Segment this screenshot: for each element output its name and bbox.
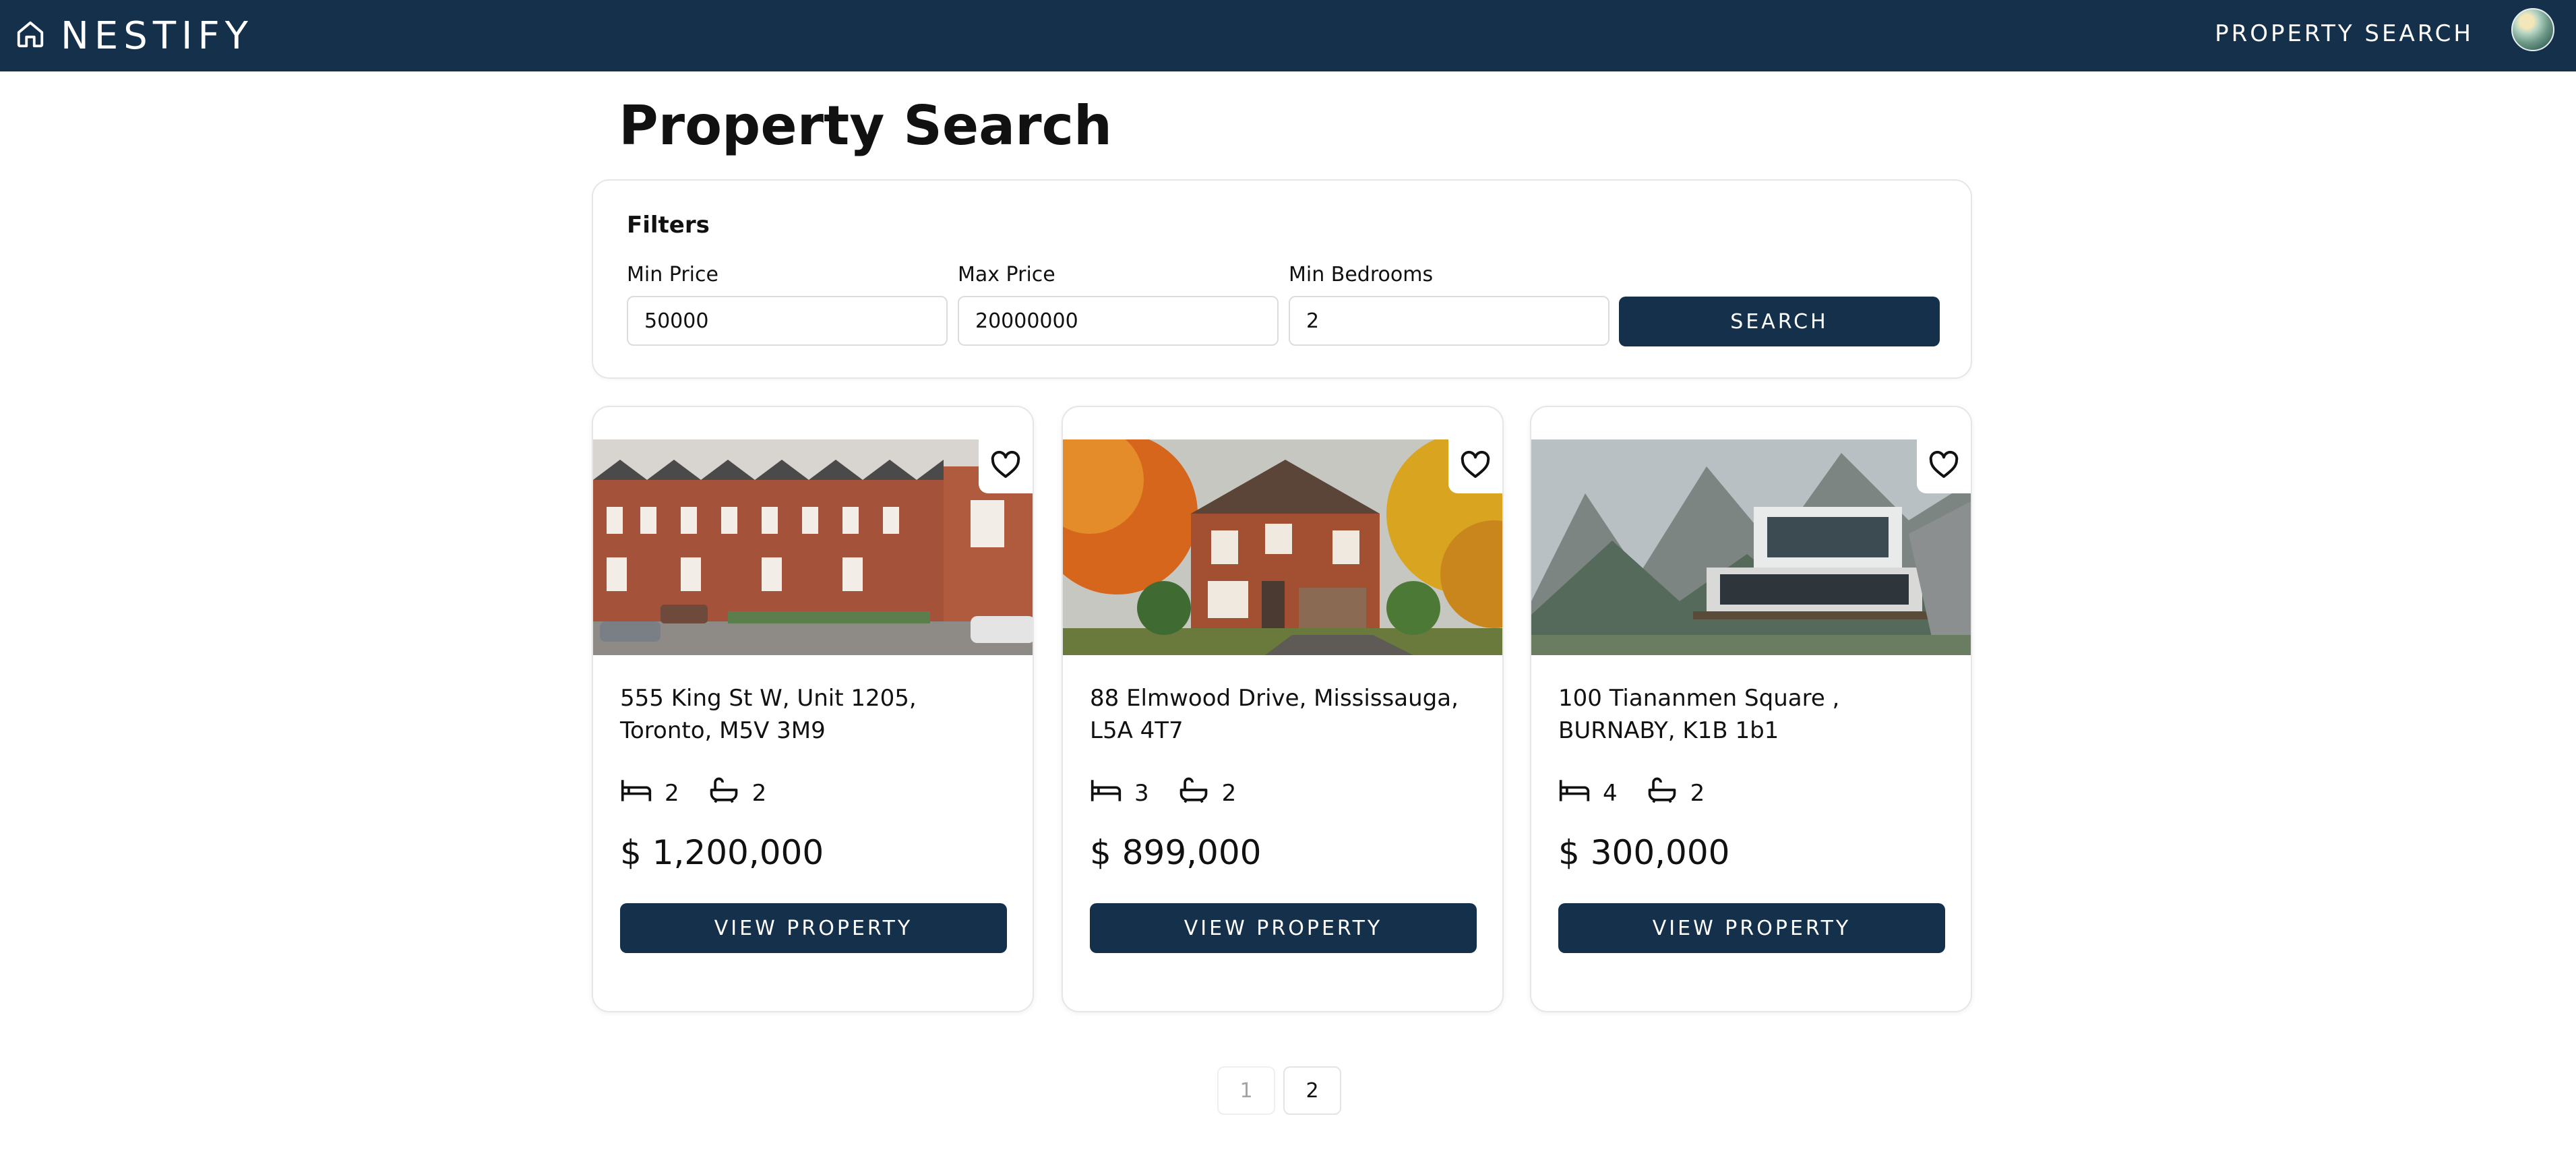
property-card: 100 Tiananmen Square , BURNABY, K1B 1b1 …	[1530, 406, 1972, 1012]
min-price-label: Min Price	[627, 263, 718, 286]
property-image[interactable]	[1063, 439, 1502, 655]
bedrooms-count: 4	[1603, 779, 1618, 807]
bathrooms-spec: 2	[1177, 775, 1237, 811]
brand-logo[interactable]: NESTIFY	[15, 12, 253, 59]
property-card: 88 Elmwood Drive, Mississauga, L5A 4T7 3…	[1062, 406, 1504, 1012]
min-price-input[interactable]	[627, 296, 948, 346]
bathrooms-count: 2	[752, 779, 767, 807]
min-bedrooms-input[interactable]	[1289, 296, 1609, 346]
property-card: 555 King St W, Unit 1205, Toronto, M5V 3…	[592, 406, 1034, 1012]
view-property-button[interactable]: VIEW PROPERTY	[1090, 903, 1477, 953]
bath-icon	[1177, 775, 1222, 811]
property-specs: 3 2	[1090, 775, 1264, 811]
favorite-button[interactable]	[1448, 439, 1502, 493]
bathrooms-count: 2	[1221, 779, 1237, 807]
bathrooms-spec: 2	[708, 775, 767, 811]
page-button-1[interactable]: 1	[1217, 1066, 1275, 1115]
search-button[interactable]: SEARCH	[1619, 297, 1940, 346]
property-price: $ 300,000	[1558, 833, 1730, 872]
bath-icon	[708, 775, 752, 811]
bath-icon	[1646, 775, 1690, 811]
home-icon	[15, 19, 46, 53]
bed-icon	[1090, 775, 1134, 811]
favorite-button[interactable]	[979, 439, 1033, 493]
property-specs: 2 2	[620, 775, 795, 811]
bedrooms-spec: 2	[620, 775, 679, 811]
bedrooms-count: 2	[665, 779, 679, 807]
page-title: Property Search	[619, 94, 1112, 157]
max-price-group: Max Price	[958, 263, 1279, 346]
bathrooms-spec: 2	[1646, 775, 1705, 811]
view-property-button[interactable]: VIEW PROPERTY	[1558, 903, 1945, 953]
page-button-2[interactable]: 2	[1283, 1066, 1341, 1115]
bed-icon	[620, 775, 665, 811]
bedrooms-spec: 4	[1558, 775, 1618, 811]
top-navbar: NESTIFY PROPERTY SEARCH	[0, 0, 2576, 71]
property-image[interactable]	[593, 439, 1033, 655]
brand-name: NESTIFY	[61, 13, 253, 58]
heart-icon	[1928, 449, 1960, 484]
property-image[interactable]	[1531, 439, 1971, 655]
max-price-label: Max Price	[958, 263, 1055, 286]
property-price: $ 1,200,000	[620, 833, 824, 872]
filters-panel: Filters Min Price Max Price Min Bedrooms…	[592, 179, 1972, 379]
user-avatar[interactable]	[2511, 8, 2554, 51]
property-specs: 4 2	[1558, 775, 1733, 811]
property-address: 100 Tiananmen Square , BURNABY, K1B 1b1	[1558, 685, 1840, 744]
min-price-group: Min Price	[627, 263, 948, 346]
bed-icon	[1558, 775, 1603, 811]
view-property-button[interactable]: VIEW PROPERTY	[620, 903, 1007, 953]
bathrooms-count: 2	[1690, 779, 1705, 807]
property-price: $ 899,000	[1090, 833, 1262, 872]
bedrooms-spec: 3	[1090, 775, 1149, 811]
heart-icon	[1459, 449, 1492, 484]
min-bedrooms-group: Min Bedrooms	[1289, 263, 1609, 346]
nav-property-search[interactable]: PROPERTY SEARCH	[2215, 20, 2474, 47]
property-address: 88 Elmwood Drive, Mississauga, L5A 4T7	[1090, 685, 1459, 744]
filters-title: Filters	[627, 212, 710, 239]
bedrooms-count: 3	[1134, 779, 1149, 807]
favorite-button[interactable]	[1917, 439, 1971, 493]
property-address: 555 King St W, Unit 1205, Toronto, M5V 3…	[620, 685, 917, 744]
max-price-input[interactable]	[958, 296, 1279, 346]
min-bedrooms-label: Min Bedrooms	[1289, 263, 1434, 286]
heart-icon	[989, 449, 1022, 484]
